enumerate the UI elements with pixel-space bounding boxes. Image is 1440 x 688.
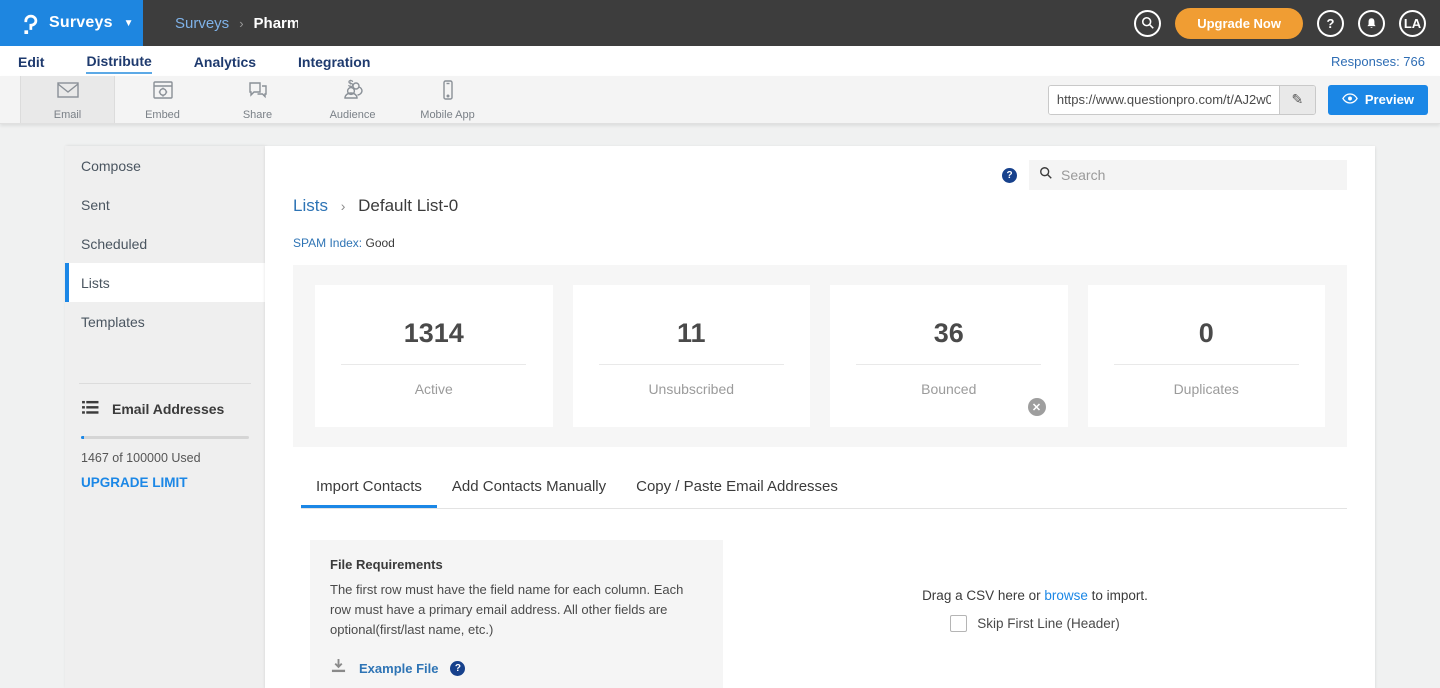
stat-card-bounced[interactable]: 36 Bounced ✕	[830, 285, 1068, 427]
stat-card-duplicates[interactable]: 0 Duplicates	[1088, 285, 1326, 427]
page-body: Compose Sent Scheduled Lists Templates E…	[0, 124, 1440, 688]
toolbar-item-audience[interactable]: $ Audience	[305, 76, 400, 123]
email-addresses-title: Email Addresses	[112, 401, 224, 417]
share-chat-bubbles-icon	[245, 78, 271, 107]
distribute-toolbar: Email Embed Share $ Audience Mobile App …	[0, 76, 1440, 124]
notifications-bell-icon[interactable]	[1358, 10, 1385, 37]
stat-divider	[856, 364, 1041, 365]
tab-add-contacts-manually[interactable]: Add Contacts Manually	[437, 478, 621, 508]
help-button[interactable]: ?	[1317, 10, 1344, 37]
toolbar-item-embed[interactable]: Embed	[115, 76, 210, 123]
email-usage-progress-fill	[81, 436, 84, 439]
top-header: Surveys ▼ Surveys › Pharma Upgrade Now ?…	[0, 0, 1440, 46]
file-requirements-body: The first row must have the field name f…	[330, 580, 703, 640]
upgrade-limit-link[interactable]: UPGRADE LIMIT	[81, 475, 188, 490]
header-actions: Upgrade Now ? LA	[1134, 8, 1426, 39]
responses-count[interactable]: Responses: 766	[1331, 54, 1425, 69]
audience-dollar-people-icon: $	[340, 78, 366, 107]
questionpro-logo-icon	[18, 11, 40, 35]
product-switcher[interactable]: Surveys ▼	[0, 0, 143, 46]
eye-icon	[1342, 92, 1358, 107]
spam-index: SPAM Index: Good	[293, 236, 1347, 250]
tab-distribute[interactable]: Distribute	[86, 49, 151, 74]
stat-divider	[1114, 364, 1299, 365]
tab-import-contacts[interactable]: Import Contacts	[301, 478, 437, 508]
list-breadcrumb: Lists › Default List-0	[293, 196, 1347, 216]
edit-url-pencil-icon[interactable]: ✎	[1279, 86, 1315, 114]
unsubscribed-count: 11	[573, 318, 811, 349]
current-list-name: Default List-0	[358, 196, 458, 215]
file-requirements-box: File Requirements The first row must hav…	[310, 540, 723, 688]
lists-link[interactable]: Lists	[293, 196, 328, 215]
email-usage-text: 1467 of 100000 Used	[81, 451, 249, 465]
breadcrumb-separator: ›	[239, 16, 243, 31]
example-file-help-icon[interactable]: ?	[450, 661, 465, 676]
contact-import-tabs: Import Contacts Add Contacts Manually Co…	[301, 478, 1347, 509]
survey-nav-tabs: Edit Distribute Analytics Integration Re…	[0, 46, 1440, 76]
download-icon	[330, 658, 347, 678]
embed-window-gear-icon	[150, 78, 176, 107]
duplicates-count: 0	[1088, 318, 1326, 349]
toolbar-item-share[interactable]: Share	[210, 76, 305, 123]
magnifier-icon	[1039, 166, 1053, 185]
sidebar-item-templates[interactable]: Templates	[65, 302, 265, 341]
user-avatar[interactable]: LA	[1399, 10, 1426, 37]
sidebar-item-sent[interactable]: Sent	[65, 185, 265, 224]
product-name: Surveys	[49, 14, 113, 32]
email-envelope-icon	[55, 78, 81, 107]
list-lines-icon	[81, 400, 100, 418]
skip-first-line-checkbox[interactable]	[950, 615, 967, 632]
clear-bounced-x-icon[interactable]: ✕	[1028, 398, 1046, 416]
chevron-down-icon: ▼	[124, 18, 134, 29]
survey-url-input[interactable]	[1049, 86, 1279, 114]
skip-first-line-label: Skip First Line (Header)	[977, 616, 1120, 631]
tab-analytics[interactable]: Analytics	[194, 50, 256, 73]
example-file-link[interactable]: Example File	[359, 661, 438, 676]
sidebar-item-compose[interactable]: Compose	[65, 146, 265, 185]
active-count: 1314	[315, 318, 553, 349]
chevron-right-icon: ›	[341, 198, 346, 214]
email-sidebar: Compose Sent Scheduled Lists Templates E…	[65, 146, 265, 688]
spam-index-label: SPAM Index:	[293, 236, 362, 250]
survey-link-area: ✎ Preview	[1048, 76, 1440, 123]
tab-integration[interactable]: Integration	[298, 50, 370, 73]
list-search-box	[1029, 160, 1347, 190]
tab-copy-paste-email-addresses[interactable]: Copy / Paste Email Addresses	[621, 478, 853, 508]
breadcrumb-survey-name: Pharma	[254, 15, 298, 32]
email-addresses-block: Email Addresses 1467 of 100000 Used UPGR…	[65, 384, 265, 508]
tab-edit[interactable]: Edit	[18, 50, 44, 73]
help-circle-icon[interactable]: ?	[1002, 168, 1017, 183]
search-input[interactable]	[1061, 167, 1337, 183]
survey-url-group: ✎	[1048, 85, 1316, 115]
preview-button[interactable]: Preview	[1328, 85, 1428, 115]
csv-dropzone[interactable]: Drag a CSV here or browse to import. Ski…	[723, 540, 1347, 688]
stat-divider	[599, 364, 784, 365]
list-stats-panel: 1314 Active 11 Unsubscribed 36 Bounced ✕…	[293, 265, 1347, 447]
sidebar-item-lists[interactable]: Lists	[65, 263, 265, 302]
stat-divider	[341, 364, 526, 365]
browse-link[interactable]: browse	[1044, 588, 1088, 603]
mobile-phone-icon	[435, 78, 461, 107]
email-usage-progressbar	[81, 436, 249, 439]
stat-card-active[interactable]: 1314 Active	[315, 285, 553, 427]
spam-index-value: Good	[365, 236, 394, 250]
stat-card-unsubscribed[interactable]: 11 Unsubscribed	[573, 285, 811, 427]
upgrade-now-button[interactable]: Upgrade Now	[1175, 8, 1303, 39]
lists-main-panel: ? Lists › Default List-0 SPAM Index: Goo…	[265, 146, 1375, 688]
sidebar-item-scheduled[interactable]: Scheduled	[65, 224, 265, 263]
bounced-count: 36	[830, 318, 1068, 349]
file-requirements-title: File Requirements	[330, 557, 703, 572]
breadcrumb-surveys-link[interactable]: Surveys	[175, 15, 229, 32]
toolbar-item-email[interactable]: Email	[20, 76, 115, 123]
header-breadcrumb-bar: Surveys › Pharma Upgrade Now ? LA	[143, 0, 1440, 46]
search-icon[interactable]	[1134, 10, 1161, 37]
toolbar-item-mobile-app[interactable]: Mobile App	[400, 76, 495, 123]
